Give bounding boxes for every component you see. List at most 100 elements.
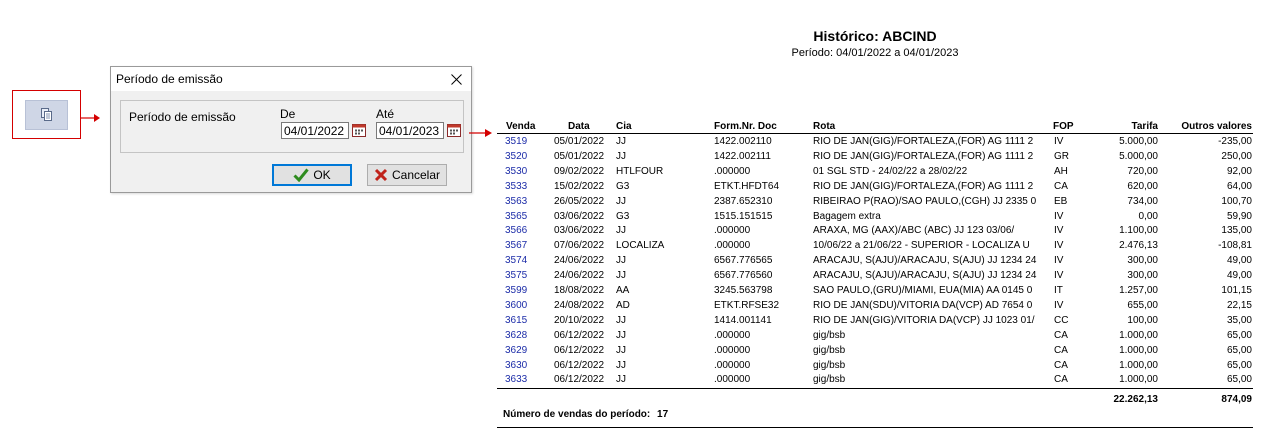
airline: G3 xyxy=(616,180,630,192)
document-number: .000000 xyxy=(714,240,751,252)
start-date-input[interactable] xyxy=(281,122,349,139)
route: ARACAJU, S(AJU)/ARACAJU, S(AJU) JJ 1234 … xyxy=(813,255,1037,267)
sale-id-link[interactable]: 3530 xyxy=(505,166,541,177)
payment-form: AH xyxy=(1054,165,1068,177)
header-rule xyxy=(497,133,1253,134)
payment-form: IV xyxy=(1054,225,1064,237)
other-values: 35,00 xyxy=(1226,314,1252,326)
table-row: 3599 18/08/2022 AA 3245.563798 SAO PAULO,(GR… xyxy=(497,285,1253,299)
sale-id-link[interactable]: 3633 xyxy=(505,374,541,385)
period-dialog: Período de emissão Período de emissão De… xyxy=(110,66,472,193)
sale-id-link[interactable]: 3574 xyxy=(505,255,541,266)
table-row: 3530 09/02/2022 HTLFOUR .000000 01 SGL STD -… xyxy=(497,166,1253,180)
sale-date: 05/01/2022 xyxy=(554,150,605,162)
route: RIBEIRAO P(RAO)/SAO PAULO,(CGH) JJ 2335 … xyxy=(813,195,1037,207)
sale-id-link[interactable]: 3533 xyxy=(505,181,541,192)
sales-count: Número de vendas do período: 17 xyxy=(503,409,668,420)
period-button[interactable] xyxy=(25,100,68,130)
cancel-x-icon xyxy=(374,168,388,182)
sale-date: 24/06/2022 xyxy=(554,255,605,267)
sale-id-link[interactable]: 3600 xyxy=(505,300,541,311)
sale-id-link[interactable]: 3567 xyxy=(505,240,541,251)
airline: JJ xyxy=(616,329,626,341)
table-row: 3629 06/12/2022 JJ .000000 gig/bsb CA 1.000,00… xyxy=(497,345,1253,359)
other-values: 64,00 xyxy=(1226,180,1252,192)
sale-id-link[interactable]: 3575 xyxy=(505,270,541,281)
document-number: .000000 xyxy=(714,359,751,371)
fare: 100,00 xyxy=(1127,314,1158,326)
other-values: 101,15 xyxy=(1221,285,1252,296)
sale-date: 07/06/2022 xyxy=(554,240,605,252)
highlight-frame xyxy=(12,90,81,139)
sale-id-link[interactable]: 3628 xyxy=(505,330,541,341)
sale-date: 24/08/2022 xyxy=(554,299,605,311)
table-row: 3567 07/06/2022 LOCALIZA .000000 10/06/22 a … xyxy=(497,240,1253,254)
document-number: 6567.776565 xyxy=(714,255,773,267)
col-data: Data xyxy=(568,121,590,132)
calendar-icon[interactable] xyxy=(352,123,366,137)
sale-id-link[interactable]: 3630 xyxy=(505,360,541,371)
route: RIO DE JAN(GIG)/VITORIA DA(VCP) JJ 1023 … xyxy=(813,314,1035,326)
route: ARAXA, MG (AAX)/ABC (ABC) JJ 123 03/06/ xyxy=(813,225,1015,237)
payment-form: CA xyxy=(1054,359,1068,371)
table-row: 3565 03/06/2022 G3 1515.151515 Bagagem extra… xyxy=(497,211,1253,225)
sale-id-link[interactable]: 3563 xyxy=(505,196,541,207)
payment-form: CA xyxy=(1054,180,1068,192)
report-subtitle: Período: 04/01/2022 a 04/01/2023 xyxy=(791,47,959,59)
sale-id-link[interactable]: 3615 xyxy=(505,315,541,326)
document-number: 3245.563798 xyxy=(714,285,773,296)
sale-id-link[interactable]: 3565 xyxy=(505,211,541,222)
table-row: 3533 15/02/2022 G3 ETKT.HFDT64 RIO DE JAN(GI… xyxy=(497,181,1253,195)
total-tarifa: 22.262,13 xyxy=(1113,394,1159,405)
arrow-right-icon xyxy=(469,129,492,137)
sale-id-link[interactable]: 3566 xyxy=(505,225,541,236)
cancel-button[interactable]: Cancelar xyxy=(367,164,447,186)
table-row: 3566 03/06/2022 JJ .000000 ARAXA, MG (AAX)/A… xyxy=(497,225,1253,239)
arrow-right-icon xyxy=(81,114,100,122)
payment-form: IT xyxy=(1054,285,1063,296)
route: gig/bsb xyxy=(813,329,846,341)
ate-label: Até xyxy=(376,107,395,121)
payment-form: EB xyxy=(1054,195,1068,207)
other-values: 59,90 xyxy=(1226,210,1252,222)
other-values: 65,00 xyxy=(1226,329,1252,341)
payment-form: IV xyxy=(1054,136,1064,147)
other-values: 250,00 xyxy=(1221,150,1252,162)
airline: JJ xyxy=(616,136,626,147)
sale-date: 06/12/2022 xyxy=(554,374,605,386)
fare: 1.000,00 xyxy=(1119,359,1158,371)
fare: 1.000,00 xyxy=(1119,344,1158,356)
document-number: 2387.652310 xyxy=(714,195,773,207)
fare: 1.000,00 xyxy=(1119,374,1158,386)
sale-id-link[interactable]: 3519 xyxy=(505,136,541,147)
end-date-input[interactable] xyxy=(376,122,444,139)
col-venda: Venda xyxy=(506,121,536,132)
airline: HTLFOUR xyxy=(616,165,664,177)
payment-form: IV xyxy=(1054,210,1064,222)
calendar-icon[interactable] xyxy=(447,123,461,137)
fare: 0,00 xyxy=(1138,210,1158,222)
report-title: Histórico: ABCIND xyxy=(813,28,937,44)
sale-date: 26/05/2022 xyxy=(554,195,605,207)
airline: JJ xyxy=(616,374,626,386)
copy-pages-icon xyxy=(40,108,52,121)
sale-id-link[interactable]: 3520 xyxy=(505,151,541,162)
airline: JJ xyxy=(616,150,626,162)
other-values: 100,70 xyxy=(1221,195,1252,207)
route: RIO DE JAN(GIG)/FORTALEZA,(FOR) AG 1111 … xyxy=(813,180,1034,192)
sale-date: 06/12/2022 xyxy=(554,359,605,371)
fare: 1.100,00 xyxy=(1119,225,1158,237)
sale-id-link[interactable]: 3599 xyxy=(505,285,541,296)
ok-button[interactable]: OK xyxy=(272,164,352,186)
sale-date: 06/12/2022 xyxy=(554,344,605,356)
airline: G3 xyxy=(616,210,630,222)
table-row: 3628 06/12/2022 JJ .000000 gig/bsb CA 1.000,00… xyxy=(497,330,1253,344)
other-values: 65,00 xyxy=(1226,374,1252,386)
document-number: 1422.002111 xyxy=(714,150,771,162)
document-number: .000000 xyxy=(714,344,751,356)
payment-form: CA xyxy=(1054,344,1068,356)
airline: JJ xyxy=(616,225,626,237)
airline: JJ xyxy=(616,255,626,267)
sale-id-link[interactable]: 3629 xyxy=(505,345,541,356)
close-button[interactable] xyxy=(445,69,467,89)
